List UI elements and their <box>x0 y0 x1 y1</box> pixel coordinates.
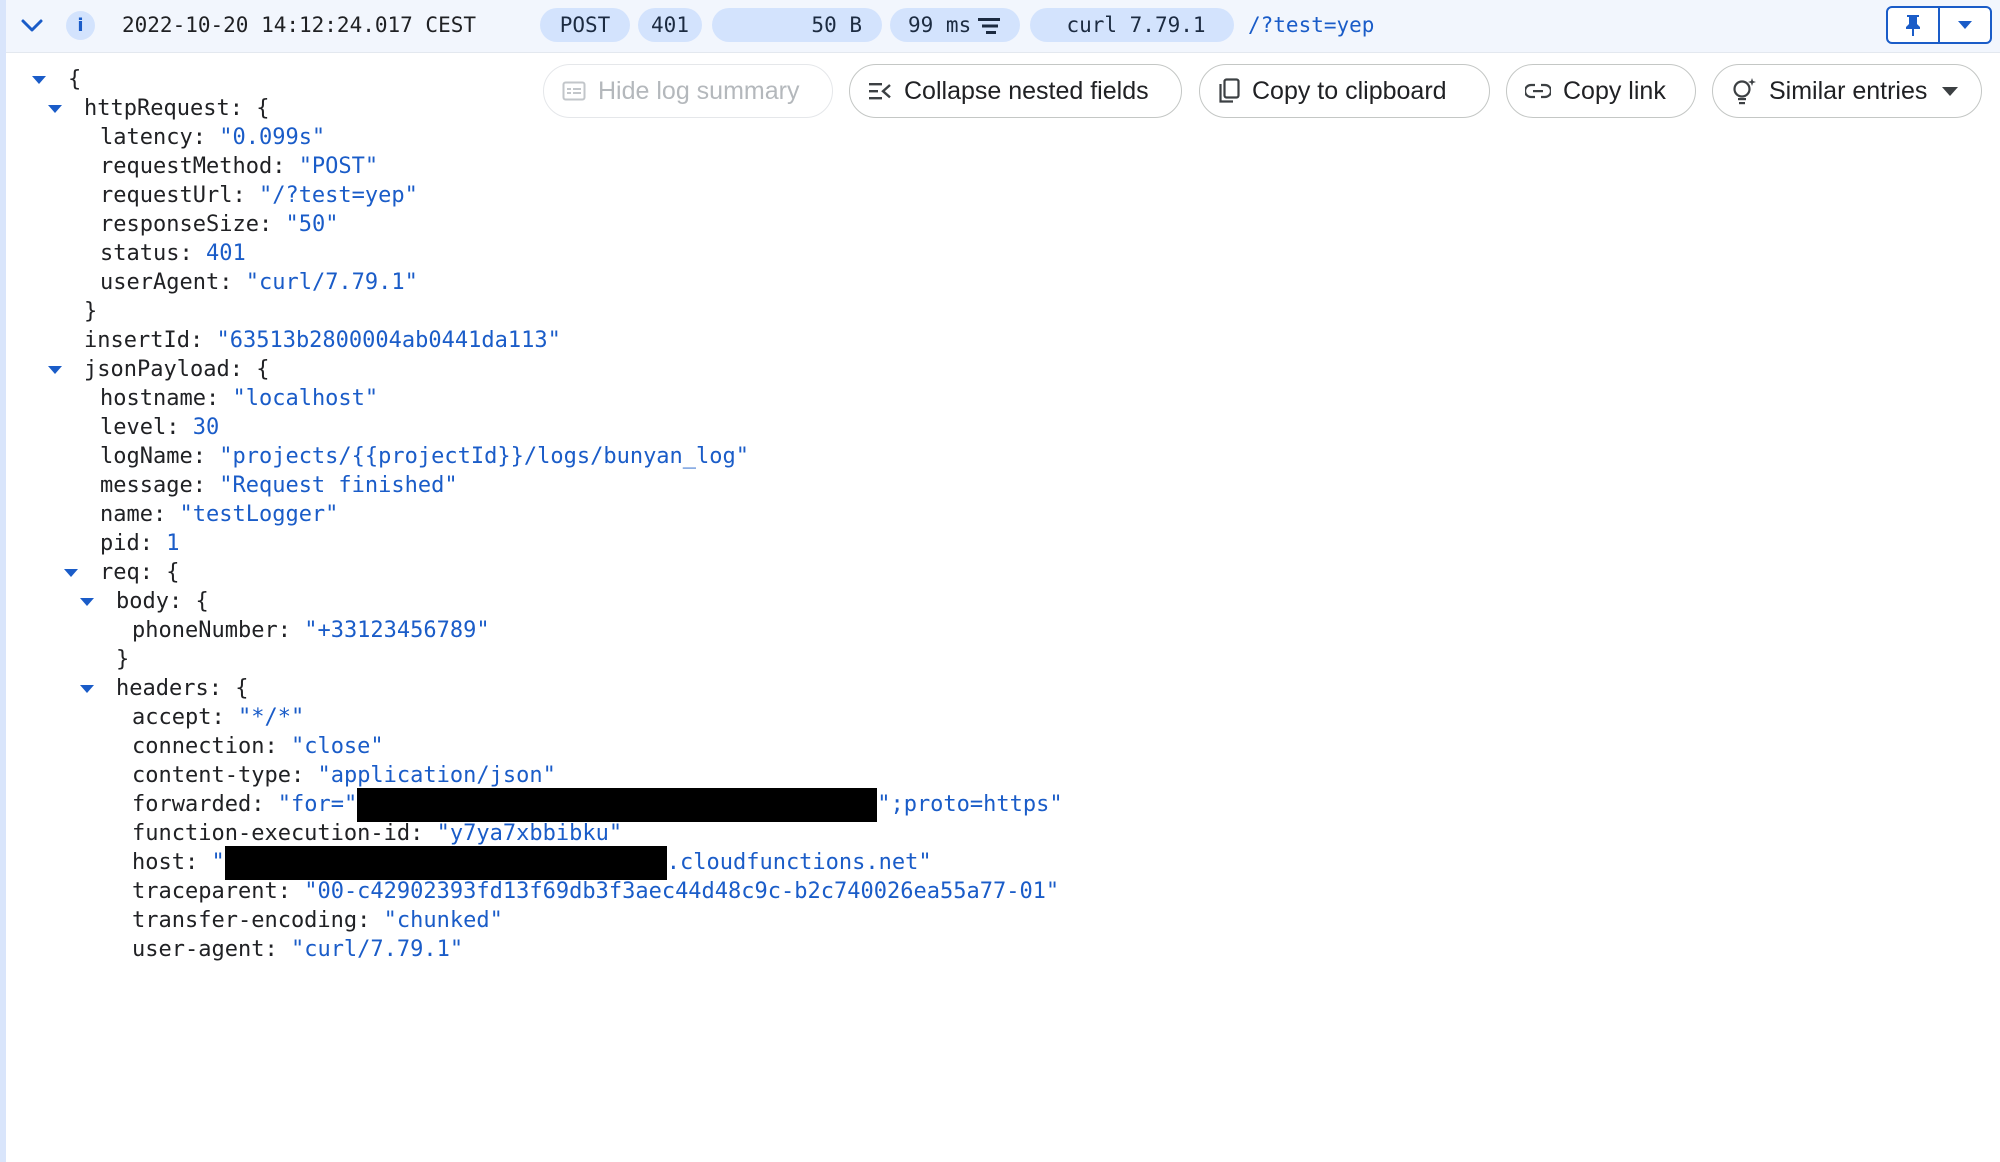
field-key[interactable]: forwarded <box>132 792 251 817</box>
expand-arrow-icon[interactable] <box>32 76 46 84</box>
field-key[interactable]: logName <box>100 444 193 469</box>
pin-button-group[interactable] <box>1886 6 1992 44</box>
latency-value: 99 ms <box>908 13 972 37</box>
field-value[interactable]: "curl/7.79.1" <box>291 937 463 962</box>
field-key[interactable]: user-agent <box>132 937 264 962</box>
field-value[interactable]: "projects/{{projectId}}/logs/bunyan_log" <box>219 444 749 469</box>
latency-chip[interactable]: 99 ms <box>890 8 1020 42</box>
expand-arrow-icon[interactable] <box>80 598 94 606</box>
field-value[interactable]: "50" <box>285 212 338 237</box>
field-key[interactable]: accept <box>132 705 211 730</box>
field-key[interactable]: name <box>100 502 153 527</box>
field-value[interactable]: 401 <box>206 241 246 266</box>
pin-icon[interactable] <box>1888 8 1940 42</box>
field-value[interactable]: 1 <box>166 531 179 556</box>
field-value[interactable]: "testLogger" <box>179 502 338 527</box>
field-value[interactable]: "Request finished" <box>219 473 457 498</box>
user-agent-chip[interactable]: curl 7.79.1 <box>1030 8 1234 42</box>
field-key[interactable]: function-execution-id <box>132 821 410 846</box>
field-key[interactable]: req <box>100 560 140 585</box>
field-value[interactable]: "chunked" <box>384 908 503 933</box>
caret-down-icon[interactable] <box>1940 8 1990 42</box>
field-key[interactable]: insertId <box>84 328 190 353</box>
field-value[interactable]: "0.099s" <box>219 125 325 150</box>
field-value[interactable]: "/?test=yep" <box>259 183 418 208</box>
chevron-down-icon[interactable] <box>16 10 48 42</box>
field-value[interactable]: "+33123456789" <box>304 618 489 643</box>
field-value[interactable]: "curl/7.79.1" <box>246 270 418 295</box>
expand-arrow-icon[interactable] <box>80 685 94 693</box>
json-payload-tree: { httpRequest: { latency: "0.099s" reque… <box>0 62 2000 1162</box>
field-key[interactable]: message <box>100 473 193 498</box>
field-value[interactable]: 30 <box>193 415 220 440</box>
field-value[interactable]: "close" <box>291 734 384 759</box>
field-key[interactable]: hostname <box>100 386 206 411</box>
field-key[interactable]: jsonPayload <box>84 357 230 382</box>
field-value-prefix[interactable]: "for=" <box>278 792 357 817</box>
request-url[interactable]: /?test=yep <box>1248 13 1374 37</box>
status-chip[interactable]: 401 <box>638 8 702 42</box>
log-timestamp: 2022-10-20 14:12:24.017 CEST <box>122 13 477 37</box>
waterfall-icon <box>978 18 1000 34</box>
field-key[interactable]: userAgent <box>100 270 219 295</box>
field-key[interactable]: latency <box>100 125 193 150</box>
field-value-suffix[interactable]: ";proto=https" <box>877 792 1062 817</box>
field-key[interactable]: httpRequest <box>84 96 230 121</box>
field-key[interactable]: connection <box>132 734 264 759</box>
info-severity-icon: i <box>66 11 95 40</box>
field-key[interactable]: responseSize <box>100 212 259 237</box>
log-summary-row[interactable]: i 2022-10-20 14:12:24.017 CEST POST 401 … <box>6 0 2000 53</box>
field-key[interactable]: requestUrl <box>100 183 232 208</box>
field-key[interactable]: level <box>100 415 166 440</box>
field-key[interactable]: phoneNumber <box>132 618 278 643</box>
field-key[interactable]: status <box>100 241 179 266</box>
field-value-suffix[interactable]: .cloudfunctions.net" <box>667 850 932 875</box>
expand-arrow-icon[interactable] <box>64 569 78 577</box>
field-key[interactable]: headers <box>116 676 209 701</box>
field-value[interactable]: "POST" <box>299 154 378 179</box>
field-key[interactable]: pid <box>100 531 140 556</box>
field-value[interactable]: "00-c42902393fd13f69db3f3aec44d48c9c-b2c… <box>304 879 1059 904</box>
field-key[interactable]: content-type <box>132 763 291 788</box>
field-value-prefix[interactable]: " <box>211 850 224 875</box>
expand-arrow-icon[interactable] <box>48 105 62 113</box>
field-value[interactable]: "63513b2800004ab0441da113" <box>216 328 560 353</box>
field-key[interactable]: traceparent <box>132 879 278 904</box>
field-key[interactable]: transfer-encoding <box>132 908 357 933</box>
field-key[interactable]: body <box>116 589 169 614</box>
open-brace: { <box>68 67 82 92</box>
field-key[interactable]: host <box>132 850 185 875</box>
field-key[interactable]: requestMethod <box>100 154 272 179</box>
response-size-chip[interactable]: 50 B <box>712 8 882 42</box>
field-value[interactable]: "y7ya7xbbibku" <box>437 821 622 846</box>
field-value[interactable]: "*/*" <box>238 705 304 730</box>
field-value[interactable]: "application/json" <box>317 763 555 788</box>
expand-arrow-icon[interactable] <box>48 366 62 374</box>
field-value[interactable]: "localhost" <box>232 386 378 411</box>
method-chip[interactable]: POST <box>540 8 630 42</box>
